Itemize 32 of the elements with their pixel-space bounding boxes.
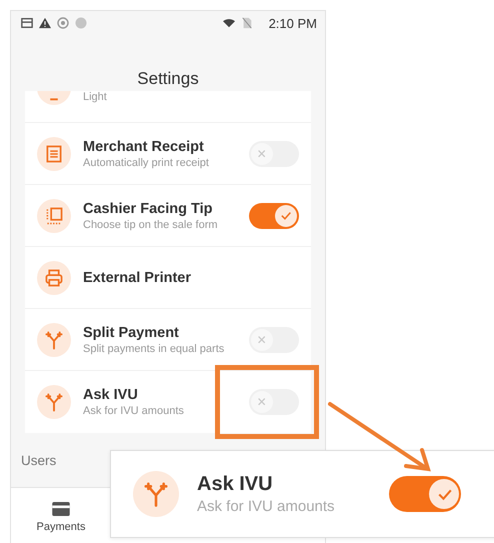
card-icon <box>21 17 33 29</box>
setting-title: Merchant Receipt <box>83 138 205 154</box>
dot-icon <box>75 17 87 29</box>
card-icon <box>52 502 70 516</box>
setting-title: Cashier Facing Tip <box>83 200 214 216</box>
setting-description: Choose tip on the sale form <box>83 218 219 230</box>
toggle-switch[interactable] <box>249 202 299 228</box>
no-sim-icon <box>240 17 253 29</box>
split-arrows-icon <box>133 471 179 517</box>
setting-title: Ask IVU <box>83 387 139 403</box>
setting-description: Ask for IVU amounts <box>197 498 336 515</box>
setting-description: Light <box>83 91 107 103</box>
toggle-switch[interactable] <box>249 326 299 352</box>
clock-time: 2:10 PM <box>268 16 317 30</box>
printer-icon <box>37 260 71 294</box>
screen-title: Settings <box>137 69 199 89</box>
split-arrows-icon <box>37 385 71 419</box>
wifi-icon <box>222 17 235 29</box>
warning-icon <box>39 17 51 29</box>
section-heading: Users <box>21 452 56 468</box>
toggle-switch[interactable] <box>389 476 461 512</box>
setting-description: Automatically print receipt <box>83 156 210 168</box>
setting-title: Ask IVU <box>197 473 274 496</box>
setting-description: Split payments in equal parts <box>83 342 226 354</box>
setting-description: Ask for IVU amounts <box>83 405 185 417</box>
toggle-switch[interactable] <box>249 389 299 415</box>
receipt-icon <box>37 136 71 170</box>
setting-title: Split Payment <box>83 324 180 340</box>
toggle-switch[interactable] <box>249 140 299 166</box>
split-arrows-icon <box>37 322 71 356</box>
screen-icon <box>37 198 71 232</box>
setting-title: External Printer <box>83 270 192 286</box>
